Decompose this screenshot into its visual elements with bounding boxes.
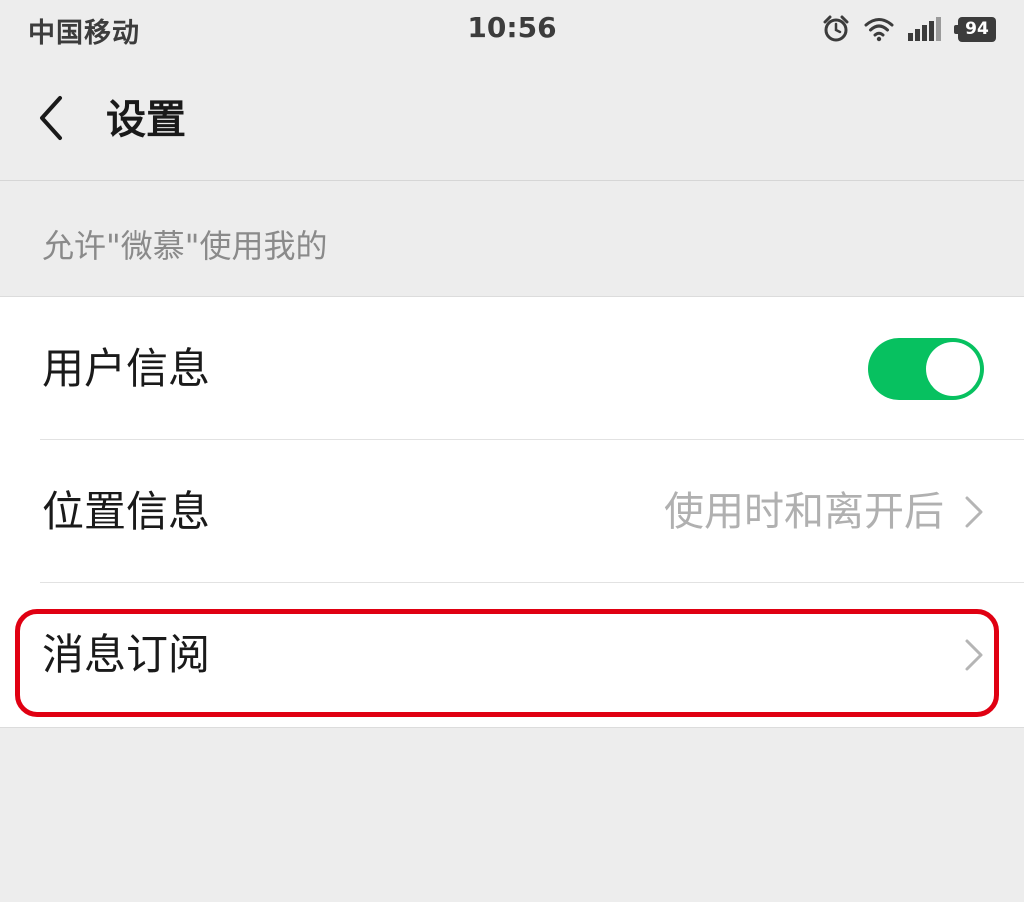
- toggle-knob: [926, 341, 980, 396]
- settings-list: 用户信息 位置信息 使用时和离开后 消息订阅: [0, 296, 1024, 728]
- user-info-toggle[interactable]: [868, 337, 984, 400]
- settings-item-location[interactable]: 位置信息 使用时和离开后: [0, 440, 1024, 583]
- chevron-right-icon: [965, 639, 983, 670]
- settings-item-label: 用户信息: [42, 343, 211, 393]
- battery-icon: 94: [954, 16, 996, 42]
- wifi-icon: [864, 18, 894, 42]
- signal-icon: [908, 17, 941, 41]
- nav-bar: 设置: [0, 58, 1024, 181]
- alarm-icon: [823, 15, 849, 42]
- settings-item-value: 使用时和离开后: [664, 488, 944, 535]
- settings-item-message-subscription[interactable]: 消息订阅: [0, 583, 1024, 726]
- status-bar: 中国移动 10:56 94: [0, 0, 1024, 58]
- settings-item-label: 位置信息: [42, 486, 211, 536]
- settings-item-user-info: 用户信息: [0, 297, 1024, 440]
- back-button[interactable]: [26, 88, 76, 148]
- chevron-right-icon: [965, 496, 983, 527]
- settings-item-label: 消息订阅: [42, 629, 211, 679]
- status-icons: 94: [822, 13, 996, 45]
- chevron-left-icon: [40, 96, 62, 140]
- page-title: 设置: [106, 97, 186, 143]
- section-header: 允许"微慕"使用我的: [42, 227, 328, 265]
